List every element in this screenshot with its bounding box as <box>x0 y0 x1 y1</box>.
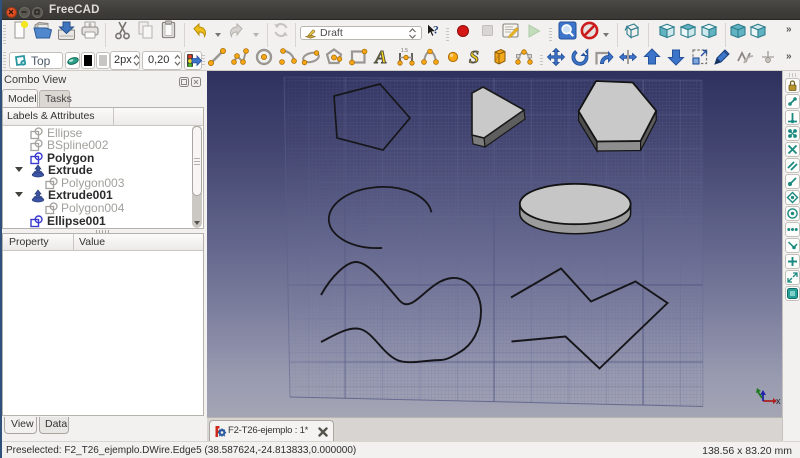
svg-text:S: S <box>469 47 479 67</box>
svg-text:1.5: 1.5 <box>401 48 408 54</box>
svg-text:?: ? <box>433 25 439 37</box>
svg-text:x: x <box>776 396 781 406</box>
svg-text:A: A <box>374 47 387 67</box>
